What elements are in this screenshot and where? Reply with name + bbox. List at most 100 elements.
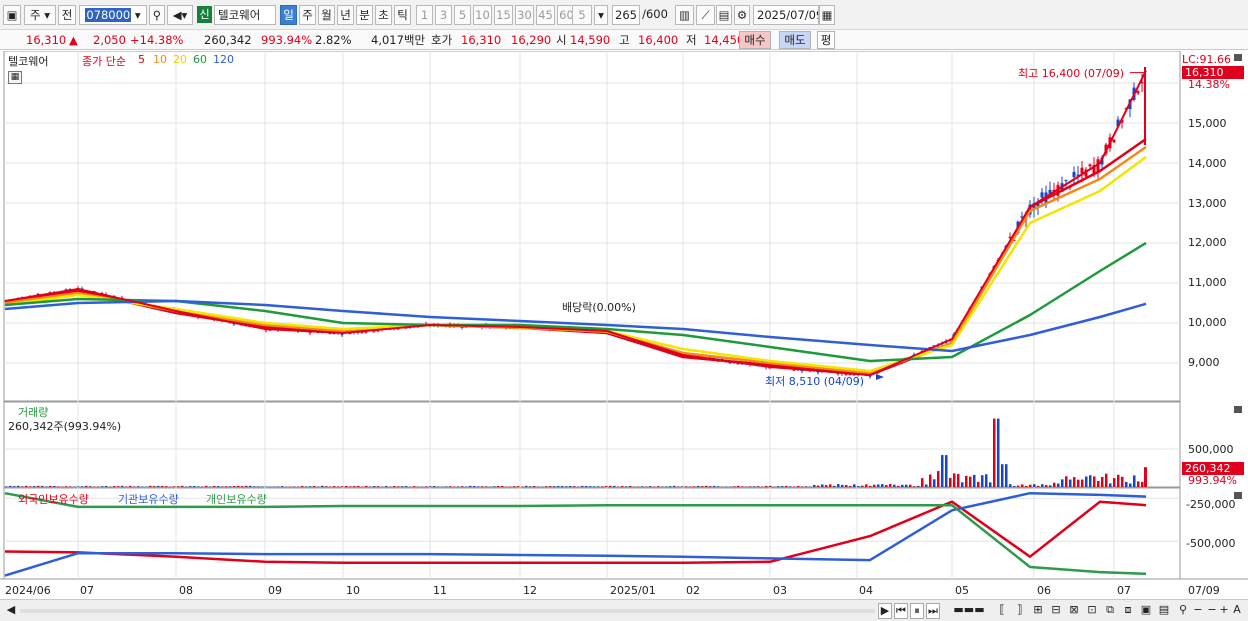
volume-bar (1081, 479, 1084, 487)
tool-icon[interactable]: ⊞ (1030, 603, 1046, 619)
volume-bar (405, 486, 408, 487)
volume-bar (357, 485, 360, 487)
volume-bar (885, 485, 888, 487)
chart-menu-icon[interactable]: ▣ (3, 5, 21, 25)
chart-area[interactable]: 텔코웨어 종가 단순 5 10 20 60 120 ▦ LC:91.66 16,… (0, 50, 1248, 599)
tool-icon[interactable]: ⧈ (1120, 603, 1136, 619)
tool-icon[interactable]: ▣ (1138, 603, 1154, 619)
timeframe-minute-button[interactable]: 분 (356, 5, 373, 25)
interval-button[interactable]: 1 (416, 5, 433, 25)
speaker-icon[interactable]: ◀▾ (167, 5, 193, 25)
x-axis-label: 03 (773, 584, 787, 597)
volume-bar (313, 485, 316, 487)
volume-bar (249, 485, 252, 487)
volume-bar (845, 485, 848, 487)
ma-legend-10: 10 (153, 53, 167, 66)
table-view-icon[interactable]: ▦ (8, 71, 22, 84)
volume-bar (153, 486, 156, 487)
tool-icon[interactable]: ⧉ (1102, 603, 1118, 619)
font-size-icon[interactable]: A (1231, 603, 1243, 619)
tool-icon[interactable]: ⊡ (1084, 603, 1100, 619)
gear-icon[interactable]: ⚙ (734, 5, 750, 25)
tool-icon[interactable]: ⟧ (1012, 603, 1028, 619)
zoom-out-icon[interactable]: − (1192, 603, 1204, 619)
volume-bar (769, 485, 772, 487)
volume-bar (253, 486, 256, 487)
date-input[interactable]: 2025/07/09 (753, 5, 819, 25)
bar-count-input[interactable]: 265 (612, 5, 640, 25)
chart-canvas (0, 50, 1248, 599)
minus-icon[interactable]: − (1206, 603, 1218, 619)
volume-bar (469, 485, 472, 487)
volume-bar (981, 475, 984, 487)
zoom-in-icon[interactable]: + (1218, 603, 1230, 619)
volume-bar (1037, 485, 1040, 487)
timeframe-year-button[interactable]: 년 (337, 5, 354, 25)
pause-icon[interactable]: ⏸ (910, 603, 924, 619)
x-axis-label: 05 (955, 584, 969, 597)
volume-bar (1025, 485, 1028, 487)
timeframe-second-button[interactable]: 초 (375, 5, 392, 25)
volume-bar (217, 486, 220, 487)
volume-bar (1129, 483, 1132, 487)
interval-button[interactable]: 3 (435, 5, 452, 25)
scroll-track[interactable] (20, 609, 875, 613)
volume-bar (897, 486, 900, 487)
forward-icon[interactable]: ⏭ (926, 603, 940, 619)
interval-button[interactable]: 10 (473, 5, 492, 25)
timeframe-tick-button[interactable]: 틱 (394, 5, 411, 25)
search-icon[interactable]: ⚲ (149, 5, 165, 25)
volume-bar (1113, 478, 1116, 487)
volume-bar (1045, 485, 1048, 487)
candle-body (1040, 192, 1044, 198)
timeframe-week-button[interactable]: 주 (299, 5, 316, 25)
tool-icon[interactable]: ⟦ (994, 603, 1010, 619)
high-label: 고 (619, 33, 630, 47)
x-axis-label: 12 (523, 584, 537, 597)
volume-bar (925, 484, 928, 487)
volume-bar (321, 485, 324, 487)
interval-button[interactable]: 5 (454, 5, 471, 25)
interval-button[interactable]: 45 (536, 5, 555, 25)
interval-button[interactable]: 30 (515, 5, 534, 25)
volume-bar (397, 486, 400, 487)
candle-type-icon[interactable]: ▥ (675, 5, 694, 25)
eval-button[interactable]: 평 (817, 31, 835, 49)
volume-bar (377, 486, 380, 487)
volume-bar (877, 484, 880, 487)
open-price: 14,590 (570, 33, 611, 47)
volume-bar (345, 485, 348, 487)
ask-price: 16,310 (461, 33, 502, 47)
volume-bar (301, 485, 304, 487)
stock-name-field[interactable]: 텔코웨어 (214, 5, 276, 25)
interval-button[interactable]: 15 (494, 5, 513, 25)
tool-icon[interactable]: ⊟ (1048, 603, 1064, 619)
n-value-dropdown[interactable]: ▾ (594, 5, 608, 25)
sell-button[interactable]: 매도 (779, 31, 811, 49)
tool-icon[interactable]: ▤ (1156, 603, 1172, 619)
volume-bar (1141, 481, 1144, 487)
volume-bar (777, 486, 780, 487)
timeframe-day-button[interactable]: 일 (280, 5, 297, 25)
stock-code-value: 078000 (85, 8, 132, 22)
volume-bar (449, 486, 452, 487)
tool-icon[interactable]: ⊠ (1066, 603, 1082, 619)
buy-button[interactable]: 매수 (739, 31, 771, 49)
prev-button[interactable]: 전 (58, 5, 76, 25)
scroll-left-icon[interactable]: ◀ (4, 603, 18, 619)
rewind-icon[interactable]: ⏮ (894, 603, 908, 619)
current-price: 16,310 (26, 33, 67, 47)
period-select[interactable]: 주 ▾ (24, 5, 56, 25)
save-icon[interactable]: ▤ (716, 5, 732, 25)
zoom-search-icon[interactable]: ⚲ (1176, 603, 1190, 619)
holding-y-tick: -500,000 (1186, 537, 1236, 550)
volume-bar (137, 486, 140, 487)
range-slider-icon[interactable]: ▬▬▬ (948, 603, 990, 619)
timeframe-month-button[interactable]: 월 (318, 5, 335, 25)
scroll-right-icon[interactable]: ▶ (878, 603, 892, 619)
volume-bar (181, 485, 184, 487)
n-value-input[interactable]: 5 (572, 5, 592, 25)
stock-code-input[interactable]: 078000 ▾ (79, 5, 147, 25)
calendar-icon[interactable]: ▦ (819, 5, 835, 25)
draw-tool-icon[interactable]: ⟋ (696, 5, 715, 25)
